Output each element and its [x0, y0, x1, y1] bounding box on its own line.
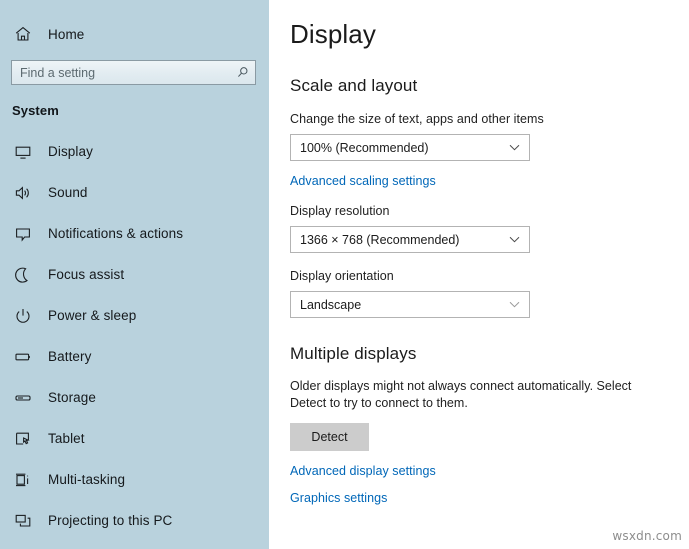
scale-dropdown[interactable]: 100% (Recommended) — [290, 134, 530, 161]
battery-icon — [12, 346, 34, 368]
multitasking-icon — [12, 469, 34, 491]
main-content: Display Scale and layout Change the size… — [269, 0, 689, 549]
notification-icon — [12, 223, 34, 245]
multiple-displays-heading: Multiple displays — [290, 344, 689, 364]
multiple-displays-description: Older displays might not always connect … — [290, 378, 670, 412]
speaker-icon — [12, 182, 34, 204]
power-icon — [12, 305, 34, 327]
orientation-dropdown[interactable]: Landscape — [290, 291, 530, 318]
chevron-down-icon — [508, 298, 521, 311]
projecting-icon — [12, 510, 34, 532]
search-icon[interactable] — [235, 66, 249, 80]
orientation-dropdown-value: Landscape — [291, 298, 361, 312]
sidebar-item-label: Notifications & actions — [48, 226, 183, 241]
monitor-icon — [12, 141, 34, 163]
sidebar-item-label: Multi-tasking — [48, 472, 125, 487]
sidebar-item-power-sleep[interactable]: Power & sleep — [0, 295, 269, 336]
sidebar-nav: Display Sound Notifica — [0, 131, 269, 541]
advanced-scaling-settings-link[interactable]: Advanced scaling settings — [290, 174, 689, 188]
sidebar-item-label: Power & sleep — [48, 308, 136, 323]
sidebar-item-multi-tasking[interactable]: Multi-tasking — [0, 459, 269, 500]
sidebar-item-label: Battery — [48, 349, 91, 364]
sidebar-item-label: Storage — [48, 390, 96, 405]
resolution-label: Display resolution — [290, 204, 689, 218]
scale-dropdown-value: 100% (Recommended) — [291, 141, 429, 155]
resolution-dropdown[interactable]: 1366 × 768 (Recommended) — [290, 226, 530, 253]
scale-label: Change the size of text, apps and other … — [290, 112, 689, 126]
sidebar-item-label: Projecting to this PC — [48, 513, 172, 528]
sidebar-item-focus-assist[interactable]: Focus assist — [0, 254, 269, 295]
orientation-label: Display orientation — [290, 269, 689, 283]
graphics-settings-link[interactable]: Graphics settings — [290, 491, 689, 505]
sidebar-item-projecting[interactable]: Projecting to this PC — [0, 500, 269, 541]
sidebar-item-storage[interactable]: Storage — [0, 377, 269, 418]
storage-icon — [12, 387, 34, 409]
page-title: Display — [290, 19, 689, 50]
sidebar-item-label: Focus assist — [48, 267, 124, 282]
home-icon — [12, 23, 34, 45]
watermark: wsxdn.com — [612, 529, 682, 543]
sidebar-item-display[interactable]: Display — [0, 131, 269, 172]
sidebar-item-home[interactable]: Home — [0, 19, 269, 49]
sidebar-item-tablet[interactable]: Tablet — [0, 418, 269, 459]
chevron-down-icon — [508, 141, 521, 154]
sidebar-item-notifications[interactable]: Notifications & actions — [0, 213, 269, 254]
detect-button[interactable]: Detect — [290, 423, 369, 451]
sidebar: Home System Display — [0, 0, 269, 549]
sidebar-home-label: Home — [48, 27, 84, 42]
sidebar-group-title: System — [0, 103, 269, 118]
scale-and-layout-heading: Scale and layout — [290, 76, 689, 96]
chevron-down-icon — [508, 233, 521, 246]
moon-icon — [12, 264, 34, 286]
advanced-display-settings-link[interactable]: Advanced display settings — [290, 464, 689, 478]
search-box[interactable] — [11, 60, 256, 85]
resolution-dropdown-value: 1366 × 768 (Recommended) — [291, 233, 459, 247]
sidebar-item-sound[interactable]: Sound — [0, 172, 269, 213]
sidebar-item-label: Sound — [48, 185, 88, 200]
sidebar-item-label: Tablet — [48, 431, 85, 446]
sidebar-item-label: Display — [48, 144, 93, 159]
sidebar-item-battery[interactable]: Battery — [0, 336, 269, 377]
tablet-icon — [12, 428, 34, 450]
search-input[interactable] — [12, 61, 255, 84]
settings-window: Home System Display — [0, 0, 689, 549]
